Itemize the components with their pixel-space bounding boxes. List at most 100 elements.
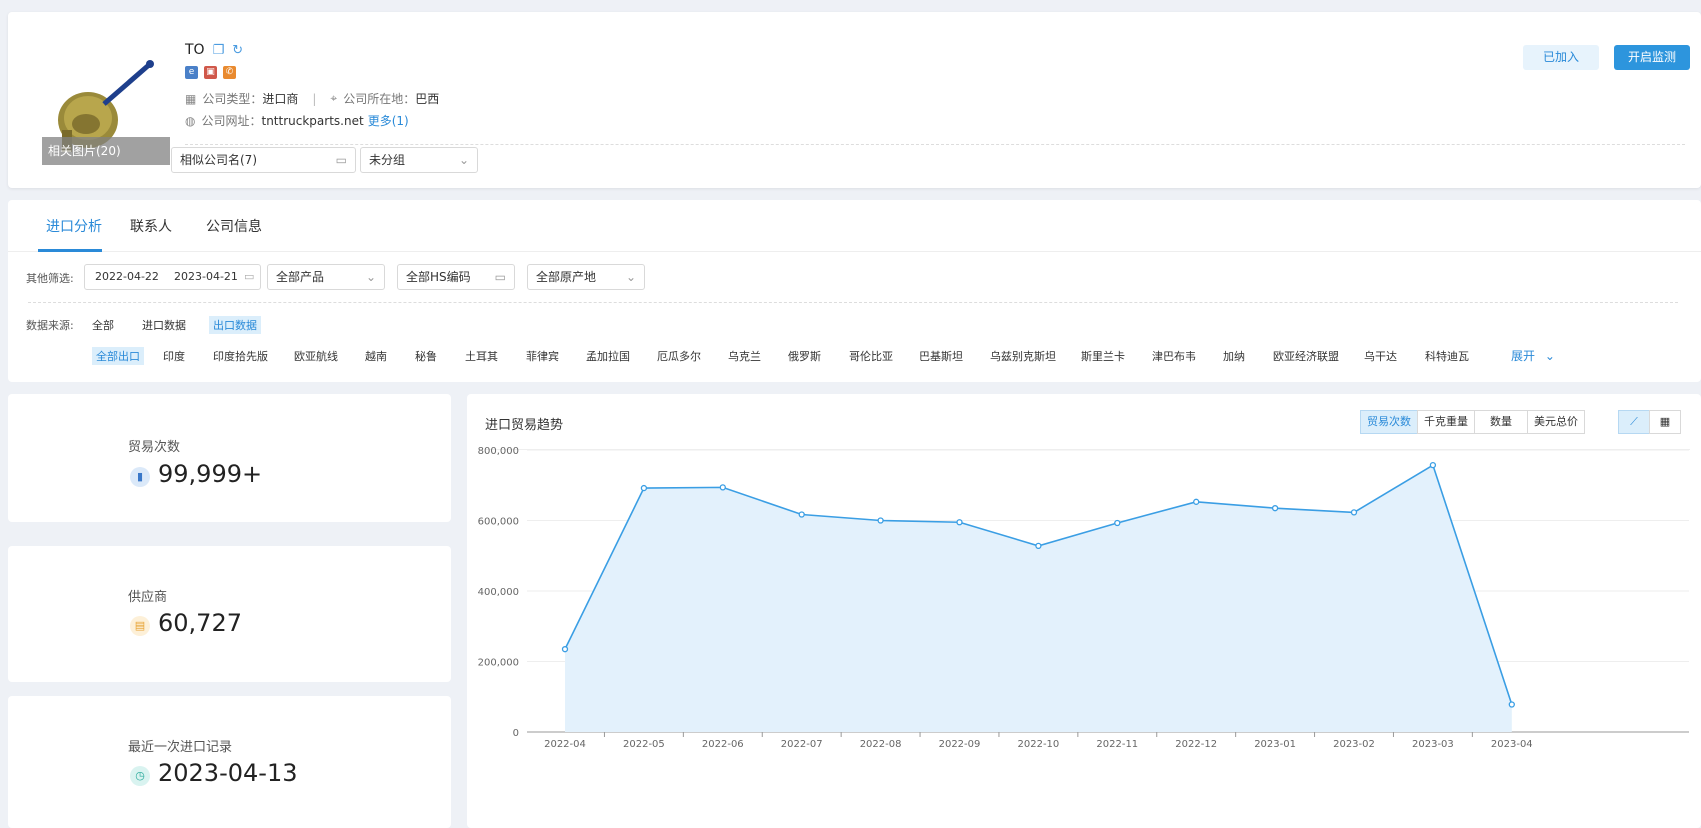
data-source-label: 数据来源: <box>26 319 74 332</box>
product-select-value: 全部产品 <box>276 270 325 284</box>
chevron-down-icon: ⌄ <box>365 270 376 284</box>
x-tick-label-10: 2023-02 <box>1333 739 1375 750</box>
x-tick-label-5: 2022-09 <box>939 739 981 750</box>
chevron-down-icon: ⌄ <box>458 153 469 167</box>
y-tick-label-0: 0 <box>513 728 519 739</box>
country-filter-16[interactable]: 津巴布韦 <box>1152 348 1196 364</box>
country-filter-14[interactable]: 乌兹别克斯坦 <box>990 348 1056 364</box>
analysis-filters-card: 进口分析 联系人 公司信息 其他筛选: 2022-04-22 2023-04-2… <box>8 200 1701 382</box>
x-tick-label-2: 2022-06 <box>702 739 744 750</box>
contact-badges: e ▣ ✆ <box>185 66 236 79</box>
similar-companies-value: 相似公司名(7) <box>180 153 257 167</box>
company-type-value: 进口商 <box>262 92 299 106</box>
more-websites-link[interactable]: 更多(1) <box>368 112 409 129</box>
clock-icon: ◷ <box>130 766 150 786</box>
country-filter-3[interactable]: 欧亚航线 <box>294 348 338 364</box>
calendar-icon: ▭ <box>494 270 506 284</box>
tab-bar: 进口分析 联系人 公司信息 <box>8 200 1701 252</box>
country-filter-7[interactable]: 菲律宾 <box>526 348 559 364</box>
x-tick-label-7: 2022-11 <box>1096 739 1138 750</box>
country-filter-8[interactable]: 孟加拉国 <box>586 348 630 364</box>
country-filter-15[interactable]: 斯里兰卡 <box>1081 348 1125 364</box>
data-point-5 <box>956 519 963 526</box>
location-icon: ⌖ <box>330 91 338 105</box>
start-monitor-button[interactable]: 开启监测 <box>1614 45 1690 70</box>
country-filter-0[interactable]: 全部出口 <box>92 347 144 365</box>
tab-company-info[interactable]: 公司信息 <box>206 216 262 236</box>
product-select[interactable]: 全部产品 ⌄ <box>267 264 385 290</box>
y-tick-label-3: 600,000 <box>478 517 519 528</box>
data-point-10 <box>1350 509 1358 516</box>
data-point-9 <box>1271 505 1279 512</box>
import-trend-card: 进口贸易趋势 贸易次数 千克重量 数量 美元总价 ⟋ ▦ 0 200,000 400… <box>467 394 1701 828</box>
active-tab-underline <box>38 249 102 252</box>
company-website-row: ◍ 公司网址： tnttruckparts.net 更多(1) <box>185 112 409 129</box>
joined-button[interactable]: 已加入 <box>1523 45 1599 70</box>
other-filters-label: 其他筛选: <box>26 272 74 285</box>
store-icon: ▤ <box>130 616 150 636</box>
x-tick-label-4: 2022-08 <box>860 739 902 750</box>
country-filter-18[interactable]: 欧亚经济联盟 <box>1273 348 1339 364</box>
x-tick-label-12: 2023-04 <box>1491 739 1533 750</box>
data-point-1 <box>640 484 648 492</box>
origin-select-value: 全部原产地 <box>536 270 597 284</box>
website-label: 公司网址： <box>201 114 262 128</box>
company-name: TO <box>185 42 205 58</box>
phone-badge-icon[interactable]: ✆ <box>223 66 236 79</box>
address-badge-icon[interactable]: ▣ <box>204 66 217 79</box>
y-tick-label-1: 200,000 <box>478 658 519 669</box>
data-point-0 <box>561 646 569 653</box>
refresh-icon[interactable]: ↻ <box>232 43 243 58</box>
company-meta-row: ▦ 公司类型： 进口商 | ⌖ 公司所在地： 巴西 <box>185 90 439 107</box>
country-filter-17[interactable]: 加纳 <box>1223 348 1245 364</box>
last-import-card: 最近一次进口记录 ◷ 2023-04-13 <box>8 696 451 828</box>
x-tick-label-1: 2022-05 <box>623 739 665 750</box>
date-range-picker[interactable]: 2022-04-22 2023-04-21 ▭ <box>84 264 261 290</box>
web-badge-icon[interactable]: e <box>185 66 198 79</box>
tab-contacts[interactable]: 联系人 <box>130 216 172 236</box>
country-filter-6[interactable]: 土耳其 <box>465 348 498 364</box>
hs-code-select[interactable]: 全部HS编码 ▭ <box>397 264 515 290</box>
series-area <box>565 465 1512 732</box>
x-tick-label-9: 2023-01 <box>1254 739 1296 750</box>
company-location-label: 公司所在地： <box>343 92 416 106</box>
country-filter-5[interactable]: 秘鲁 <box>415 348 437 364</box>
group-select[interactable]: 未分组 ⌄ <box>360 147 478 173</box>
source-export[interactable]: 出口数据 <box>209 316 261 334</box>
country-filter-11[interactable]: 俄罗斯 <box>788 348 821 364</box>
country-filter-13[interactable]: 巴基斯坦 <box>919 348 963 364</box>
date-end: 2023-04-21 <box>174 270 238 283</box>
header-divider <box>185 144 1685 145</box>
source-import[interactable]: 进口数据 <box>142 317 186 333</box>
country-filter-19[interactable]: 乌干达 <box>1364 348 1397 364</box>
data-point-12 <box>1508 701 1515 708</box>
source-all[interactable]: 全部 <box>92 317 114 333</box>
similar-companies-select[interactable]: 相似公司名(7) ▭ <box>171 147 356 173</box>
origin-select[interactable]: 全部原产地 ⌄ <box>527 264 645 290</box>
chevron-down-icon: ⌄ <box>1544 349 1555 363</box>
tab-import-analysis[interactable]: 进口分析 <box>46 216 102 236</box>
photo-count-caption[interactable]: 相关图片(20) <box>42 137 170 165</box>
meta-separator: | <box>312 91 317 106</box>
data-point-11 <box>1429 462 1437 469</box>
expand-label: 展开 <box>1511 349 1536 363</box>
country-filter-1[interactable]: 印度 <box>163 348 185 364</box>
calendar-icon: ▭ <box>335 153 347 167</box>
trend-chart: 0 200,000 400,000 600,000 800,000 2022-04 2022… <box>478 446 1689 750</box>
x-tick-label-8: 2022-12 <box>1175 739 1217 750</box>
bar-chart-icon: ▮ <box>130 467 150 487</box>
country-filter-4[interactable]: 越南 <box>365 348 387 364</box>
country-filter-20[interactable]: 科特迪瓦 <box>1425 348 1469 364</box>
building-icon: ▦ <box>185 91 197 106</box>
copy-icon[interactable]: ❐ <box>213 43 225 58</box>
date-start: 2022-04-22 <box>95 270 159 283</box>
country-filter-2[interactable]: 印度拾先版 <box>213 348 268 364</box>
country-filter-9[interactable]: 厄瓜多尔 <box>657 348 701 364</box>
x-tick-label-6: 2022-10 <box>1018 739 1060 750</box>
country-filter-10[interactable]: 乌克兰 <box>728 348 761 364</box>
country-filter-12[interactable]: 哥伦比亚 <box>849 348 893 364</box>
globe-icon: ◍ <box>185 113 196 128</box>
expand-countries-button[interactable]: 展开 ⌄ <box>1511 347 1555 364</box>
website-link[interactable]: tnttruckparts.net <box>262 114 364 128</box>
company-title-row: TO ❐ ↻ <box>185 42 243 58</box>
